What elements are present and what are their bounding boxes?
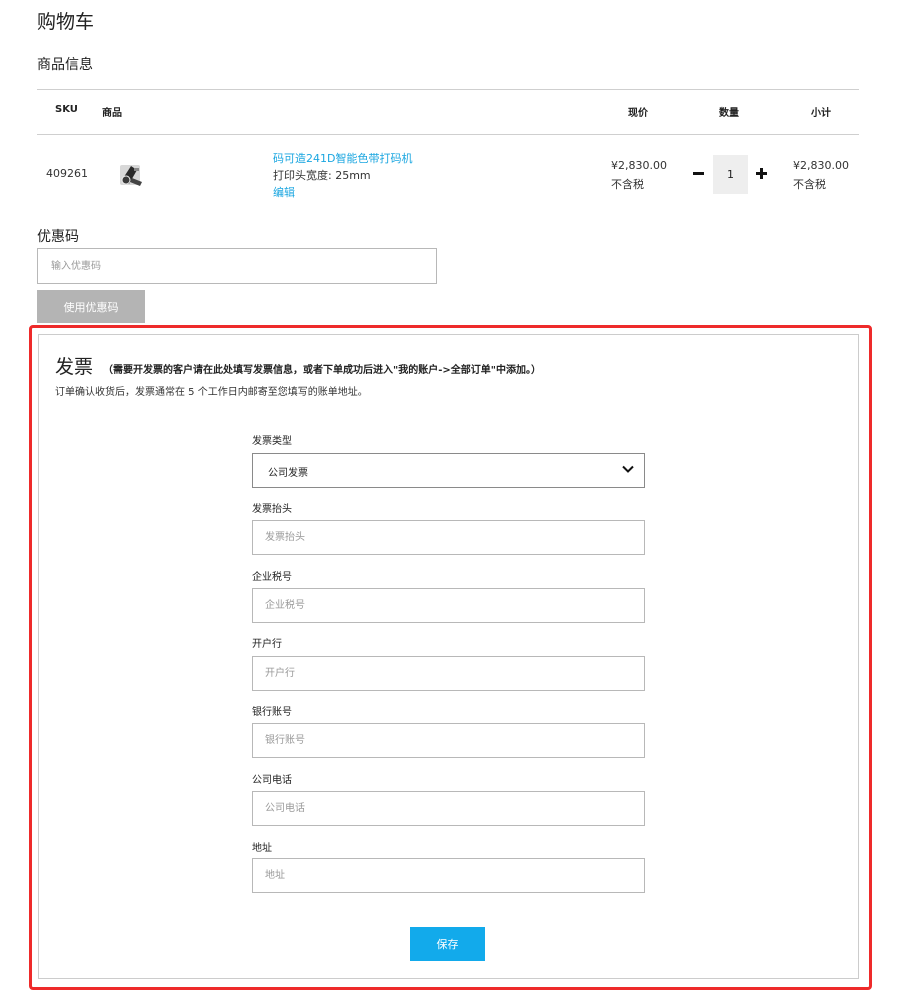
coupon-input[interactable] <box>37 248 437 284</box>
subtotal-tax-note: 不含税 <box>793 178 826 191</box>
coupon-label: 优惠码 <box>37 229 79 245</box>
row-sku: 409261 <box>46 167 88 180</box>
header-product: 商品 <box>102 108 122 119</box>
header-sku: SKU <box>55 104 78 115</box>
quantity-input[interactable] <box>713 155 748 194</box>
invoice-note: （需要开发票的客户请在此处填写发票信息，或者下单成功后进入"我的账户->全部订单… <box>103 365 541 376</box>
invoice-header-input[interactable] <box>252 520 645 555</box>
product-name-link[interactable]: 码可造241D智能色带打码机 <box>273 150 412 166</box>
table-header-divider <box>37 134 859 135</box>
apply-coupon-button[interactable]: 使用优惠码 <box>37 290 145 323</box>
bank-name-label: 开户行 <box>252 639 282 650</box>
company-phone-input[interactable] <box>252 791 645 826</box>
unit-price-tax-note: 不含税 <box>611 178 644 191</box>
page-title: 购物车 <box>37 11 95 33</box>
bank-name-input[interactable] <box>252 656 645 691</box>
header-subtotal: 小计 <box>811 108 831 119</box>
quantity-decrease-button[interactable] <box>690 163 708 183</box>
invoice-type-value: 公司发票 <box>268 468 308 479</box>
save-button[interactable]: 保存 <box>410 927 485 961</box>
header-quantity: 数量 <box>719 108 739 119</box>
invoice-description: 订单确认收货后，发票通常在 5 个工作日内邮寄至您填写的账单地址。 <box>55 387 368 398</box>
tax-id-input[interactable] <box>252 588 645 623</box>
tax-id-label: 企业税号 <box>252 572 292 583</box>
bank-account-label: 银行账号 <box>252 707 292 718</box>
invoice-header-label: 发票抬头 <box>252 504 292 515</box>
company-phone-label: 公司电话 <box>252 775 292 786</box>
quantity-increase-button[interactable] <box>753 163 771 183</box>
bank-account-input[interactable] <box>252 723 645 758</box>
section-title: 商品信息 <box>37 57 93 73</box>
header-price: 现价 <box>628 108 648 119</box>
address-input[interactable] <box>252 858 645 893</box>
edit-link[interactable]: 编辑 <box>273 184 295 200</box>
invoice-type-select[interactable]: 公司发票 <box>252 453 645 488</box>
subtotal-price: ¥2,830.00 <box>793 159 849 172</box>
address-label: 地址 <box>252 843 272 854</box>
product-option: 打印头宽度: 25mm <box>273 169 371 182</box>
label-printer-icon[interactable] <box>117 160 145 190</box>
unit-price: ¥2,830.00 <box>611 159 667 172</box>
chevron-down-icon <box>622 465 634 473</box>
table-top-divider <box>37 89 859 90</box>
invoice-type-label: 发票类型 <box>252 436 292 447</box>
invoice-title: 发票 <box>55 356 94 378</box>
